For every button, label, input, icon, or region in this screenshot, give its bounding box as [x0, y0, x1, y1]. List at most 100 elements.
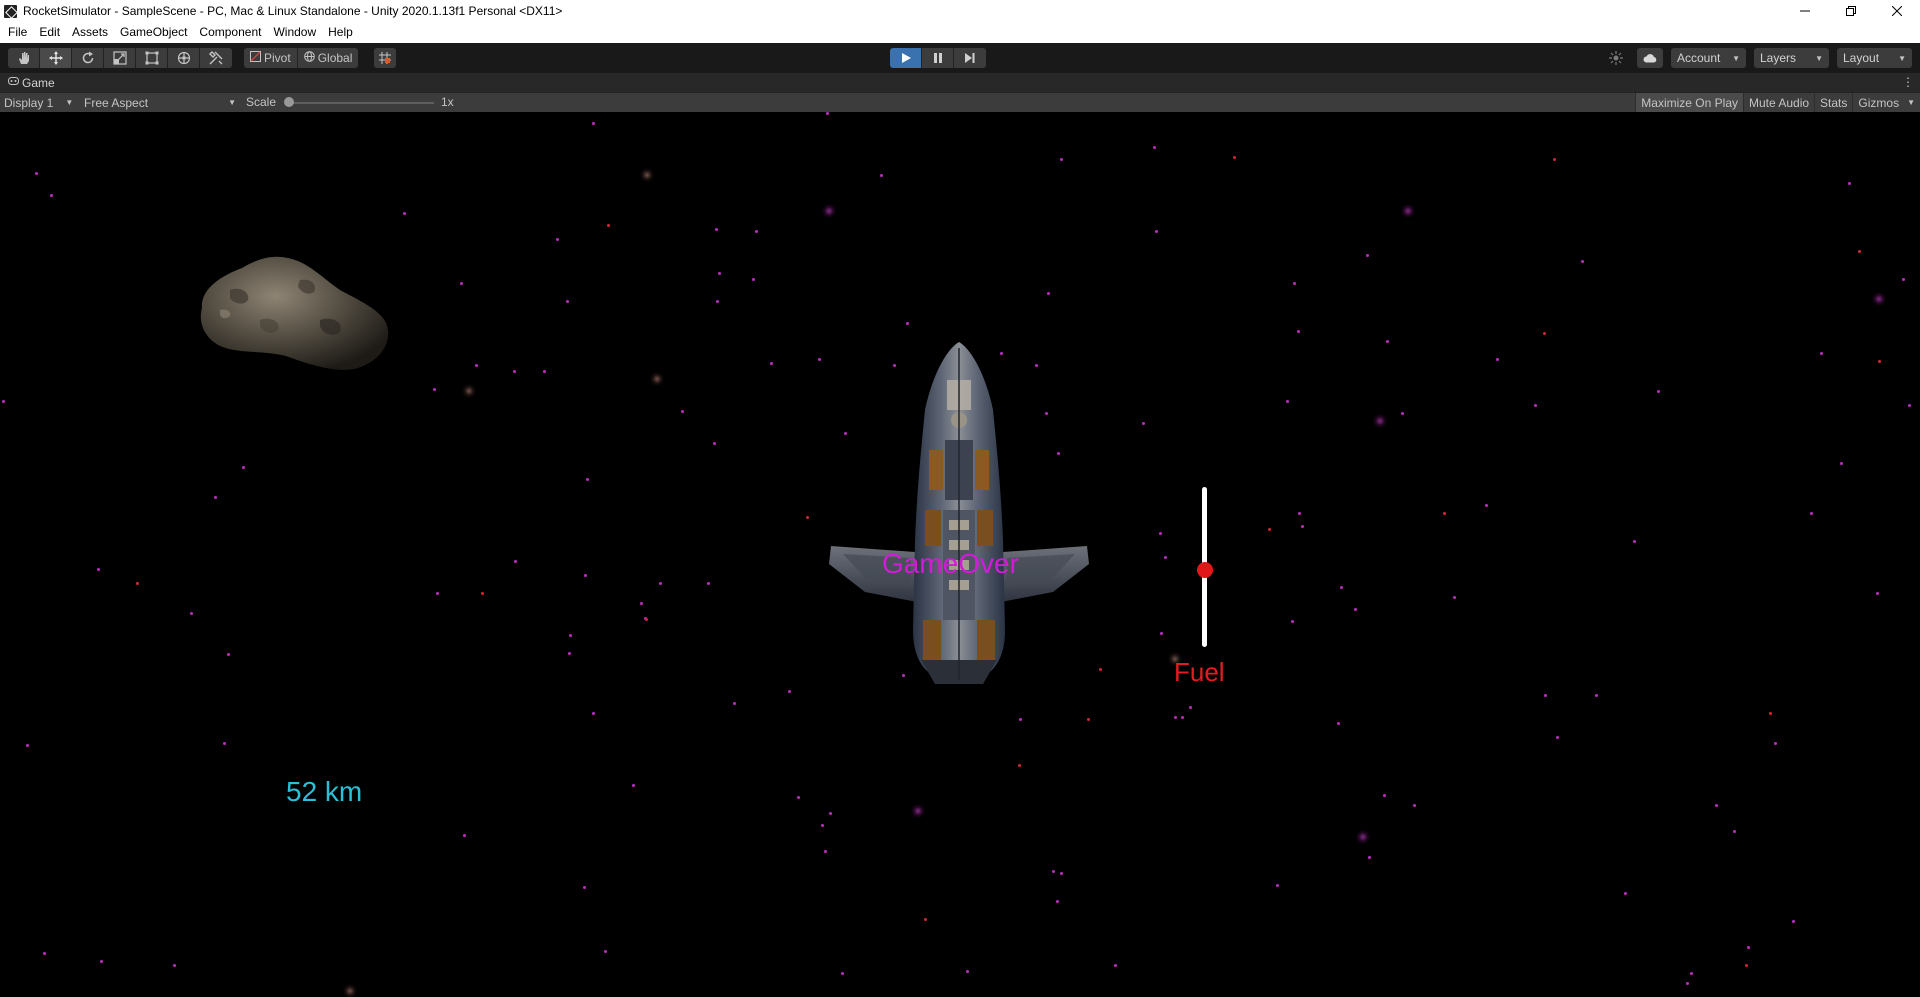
star — [1018, 764, 1021, 767]
star — [1060, 158, 1063, 161]
star — [100, 960, 103, 963]
kebab-menu-icon[interactable]: ⋮ — [1902, 75, 1914, 89]
star — [1340, 586, 1343, 589]
star — [586, 478, 589, 481]
star — [924, 918, 927, 921]
star — [966, 970, 969, 973]
stats-toggle[interactable]: Stats — [1814, 93, 1852, 112]
star — [592, 122, 595, 125]
star — [1386, 340, 1389, 343]
menu-component[interactable]: Component — [193, 22, 267, 43]
gamepad-icon — [8, 77, 19, 88]
cloud-icon[interactable] — [1637, 48, 1663, 68]
hand-tool-icon[interactable] — [8, 48, 40, 68]
star — [1876, 592, 1879, 595]
star — [1276, 884, 1279, 887]
nebula-glow — [822, 204, 836, 218]
scale-slider-handle[interactable] — [284, 97, 294, 107]
rect-tool-icon[interactable] — [136, 48, 168, 68]
account-dropdown[interactable]: Account ▼ — [1671, 48, 1746, 68]
star — [1840, 462, 1843, 465]
nebula-glow — [1872, 292, 1886, 306]
transform-tool-icon[interactable] — [168, 48, 200, 68]
star — [436, 592, 439, 595]
star — [1908, 404, 1911, 407]
mute-audio-toggle[interactable]: Mute Audio — [1743, 93, 1814, 112]
star — [1595, 694, 1598, 697]
maximize-on-play-toggle[interactable]: Maximize On Play — [1635, 93, 1743, 112]
game-viewport[interactable]: GameOver Fuel 52 km — [0, 112, 1920, 997]
layers-dropdown[interactable]: Layers ▼ — [1754, 48, 1829, 68]
star — [1485, 504, 1488, 507]
minimize-icon[interactable] — [1782, 0, 1828, 22]
move-tool-icon[interactable] — [40, 48, 72, 68]
star — [1769, 712, 1772, 715]
menu-file[interactable]: File — [2, 22, 33, 43]
unity-logo-icon — [4, 4, 17, 18]
star — [718, 272, 721, 275]
star — [1624, 892, 1627, 895]
chevron-down-icon: ▼ — [1907, 98, 1915, 107]
star — [460, 282, 463, 285]
step-button[interactable] — [954, 48, 986, 68]
star — [632, 784, 635, 787]
menu-bar: File Edit Assets GameObject Component Wi… — [0, 22, 1920, 43]
menu-edit[interactable]: Edit — [33, 22, 66, 43]
close-icon[interactable] — [1874, 0, 1920, 22]
scale-slider-track[interactable] — [289, 102, 434, 104]
star — [1401, 412, 1404, 415]
star — [568, 652, 571, 655]
scale-tool-icon[interactable] — [104, 48, 136, 68]
star — [824, 850, 827, 853]
star — [136, 582, 139, 585]
tab-game[interactable]: Game — [0, 73, 63, 92]
star — [481, 592, 484, 595]
rocket — [829, 342, 1089, 684]
star — [752, 278, 755, 281]
star — [1099, 668, 1102, 671]
star — [1745, 964, 1748, 967]
star — [1293, 282, 1296, 285]
star — [1747, 946, 1750, 949]
global-toggle[interactable]: Global — [297, 48, 359, 68]
star — [640, 602, 643, 605]
chevron-down-icon: ▼ — [1732, 53, 1740, 63]
gizmos-toggle[interactable]: Gizmos ▼ — [1852, 93, 1920, 112]
layout-label: Layout — [1843, 51, 1880, 65]
menu-assets[interactable]: Assets — [66, 22, 114, 43]
custom-tool-icon[interactable] — [200, 48, 232, 68]
star — [403, 212, 406, 215]
global-label: Global — [317, 51, 353, 65]
display-dropdown[interactable]: Display 1 ▼ — [4, 93, 73, 112]
grid-snap-group — [374, 48, 396, 68]
star — [1087, 718, 1090, 721]
layers-label: Layers — [1760, 51, 1797, 65]
star — [880, 174, 883, 177]
star — [1142, 422, 1145, 425]
fuel-gauge — [1197, 487, 1213, 647]
collab-icon[interactable] — [1603, 48, 1629, 68]
star — [1496, 358, 1499, 361]
pivot-toggle[interactable]: Pivot — [244, 48, 298, 68]
layout-dropdown[interactable]: Layout ▼ — [1837, 48, 1912, 68]
star — [514, 560, 517, 563]
scale-value: 1x — [441, 95, 454, 109]
menu-help[interactable]: Help — [322, 22, 359, 43]
menu-gameobject[interactable]: GameObject — [114, 22, 193, 43]
pause-button[interactable] — [922, 48, 954, 68]
star — [566, 300, 569, 303]
aspect-dropdown[interactable]: Free Aspect ▼ — [84, 93, 236, 112]
restore-icon[interactable] — [1828, 0, 1874, 22]
handle-toggles: Pivot Global — [244, 48, 359, 68]
star — [1286, 400, 1289, 403]
star — [826, 112, 829, 115]
star — [569, 634, 572, 637]
rotate-tool-icon[interactable] — [72, 48, 104, 68]
menu-window[interactable]: Window — [267, 22, 322, 43]
star — [2, 400, 5, 403]
play-button[interactable] — [890, 48, 922, 68]
grid-snap-icon[interactable] — [374, 48, 396, 68]
star — [1774, 742, 1777, 745]
star — [770, 362, 773, 365]
star — [543, 370, 546, 373]
